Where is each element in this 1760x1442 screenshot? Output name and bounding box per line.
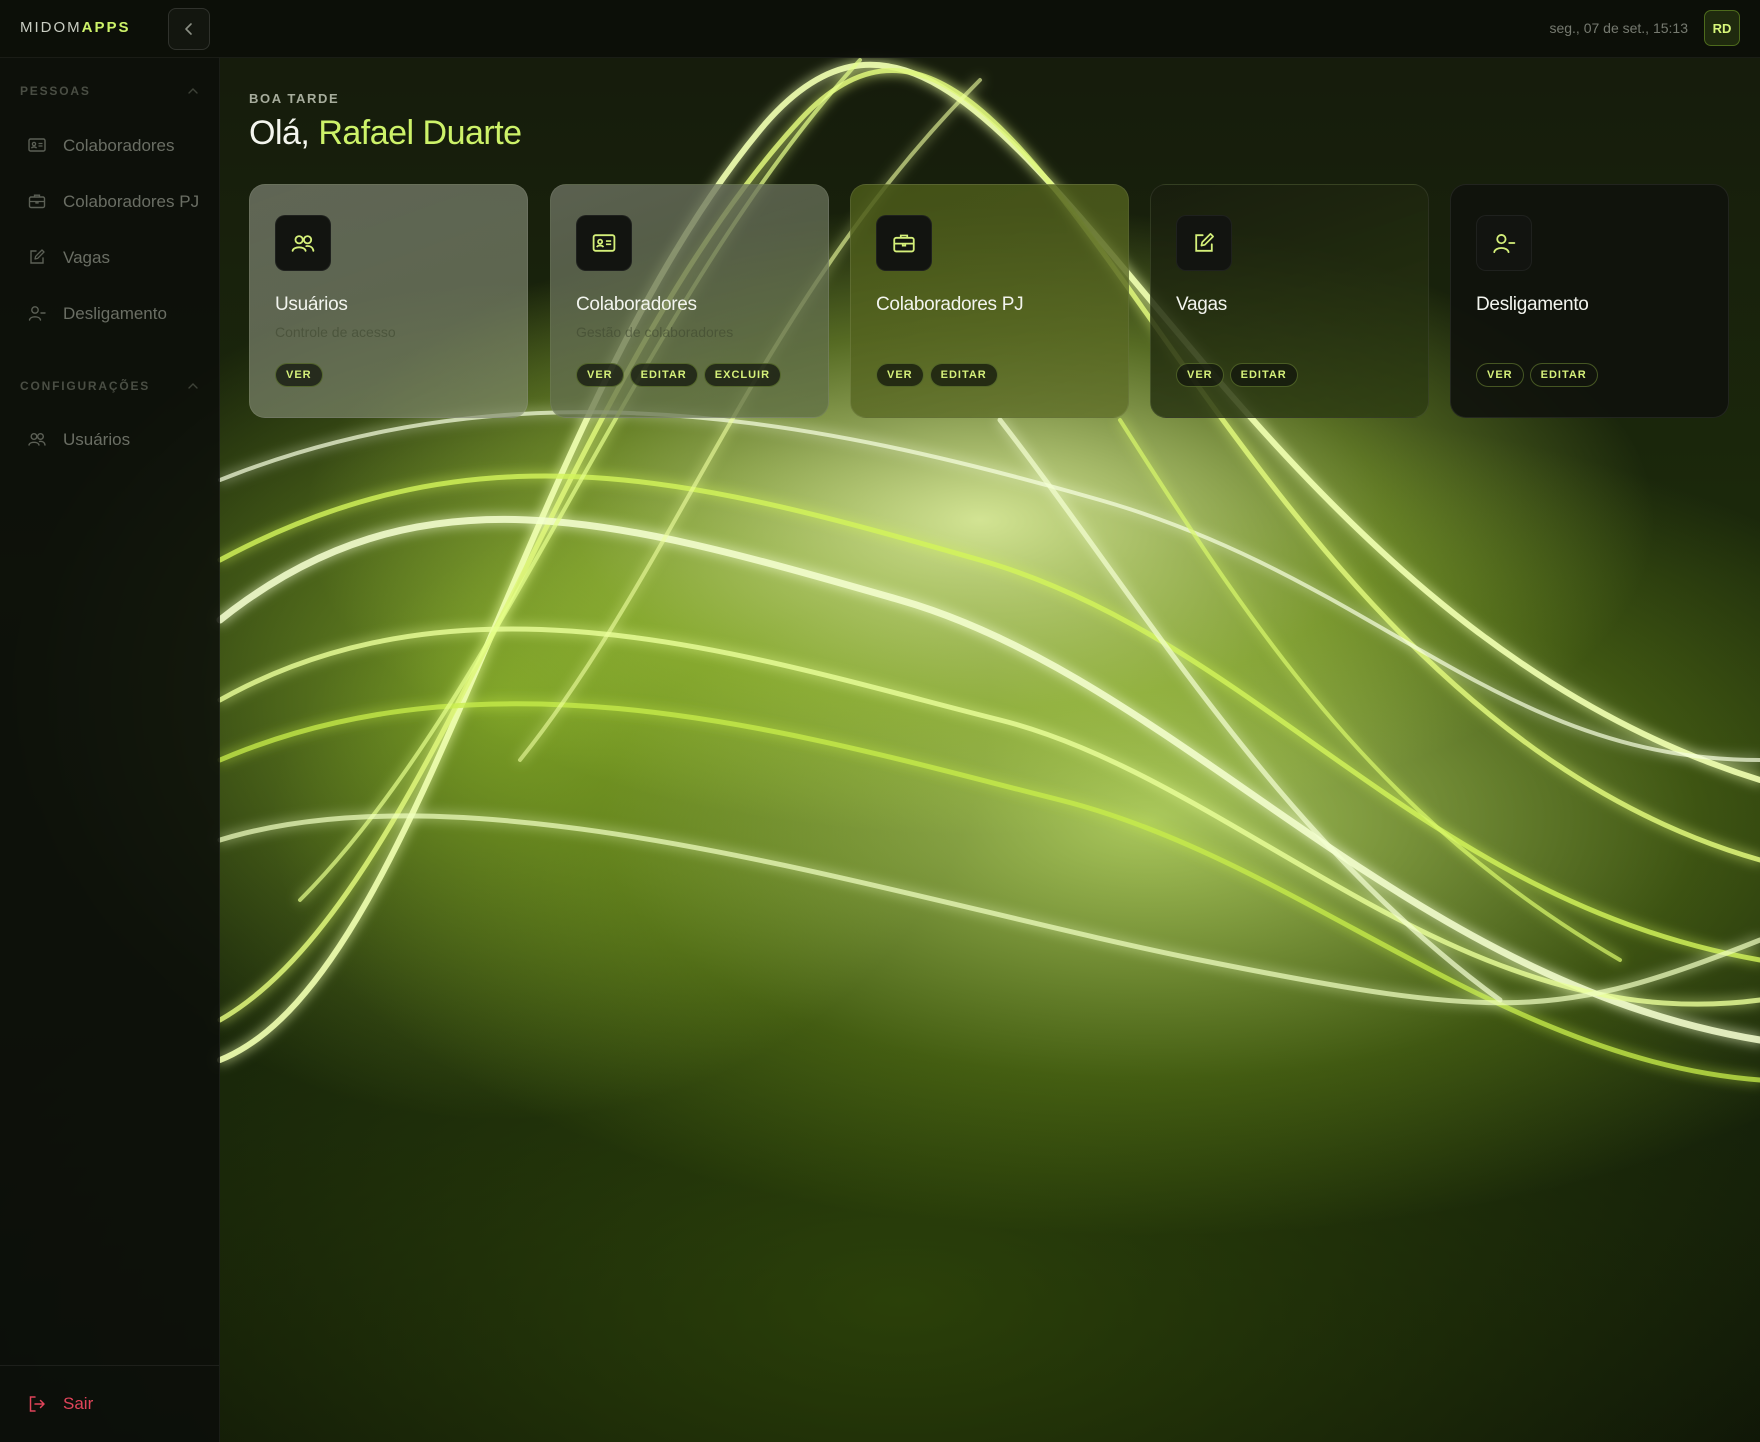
greeting-title: Olá, Rafael Duarte [249, 114, 522, 153]
greeting-subtitle: BOA TARDE [249, 91, 340, 106]
brand-logo[interactable]: MIDOMAPPS [20, 19, 131, 36]
card-title: Colaboradores PJ [876, 294, 1024, 315]
section-title: PESSOAS [20, 84, 91, 98]
view-button[interactable]: VER [1476, 363, 1524, 387]
card-icon-box [876, 215, 932, 271]
user-avatar[interactable]: RD [1704, 10, 1740, 46]
chevron-left-icon [185, 23, 192, 35]
user-name: Rafael Duarte [318, 114, 522, 152]
logout-label: Sair [63, 1394, 94, 1413]
card-colaboradores[interactable]: Colaboradores Gestão de colaboradores VE… [550, 184, 829, 418]
greeting-prefix: Olá, [249, 114, 310, 152]
edit-button[interactable]: EDITAR [1229, 363, 1298, 387]
id-card-icon [28, 138, 46, 152]
users-icon [291, 235, 315, 252]
sidebar-item-label: Vagas [63, 248, 110, 267]
sidebar: PESSOAS Colaboradores Colaboradores PJ V… [0, 57, 220, 1442]
current-datetime: seg., 07 de set., 15:13 [1549, 20, 1688, 36]
brand-part-2: APPS [81, 19, 131, 36]
user-minus-icon [1493, 234, 1516, 254]
users-icon [28, 432, 46, 446]
sidebar-item-usuarios[interactable]: Usuários [0, 417, 219, 461]
sidebar-item-label: Colaboradores PJ [63, 192, 200, 211]
sidebar-item-label: Usuários [63, 430, 131, 449]
section-header-configuracoes[interactable]: CONFIGURAÇÕES [20, 379, 200, 399]
sidebar-item-desligamento[interactable]: Desligamento [0, 291, 219, 335]
chevron-up-icon [188, 88, 198, 94]
sidebar-item-vagas[interactable]: Vagas [0, 235, 219, 279]
sidebar-collapse-button[interactable] [168, 8, 210, 50]
section-header-pessoas[interactable]: PESSOAS [20, 84, 200, 104]
card-icon-box [275, 215, 331, 271]
edit-button[interactable]: EDITAR [629, 363, 698, 387]
id-card-icon [592, 234, 616, 252]
card-title: Vagas [1176, 294, 1227, 315]
briefcase-icon [893, 234, 915, 253]
card-colaboradores-pj[interactable]: Colaboradores PJ VER EDITAR [850, 184, 1129, 418]
card-description: Controle de acesso [275, 324, 396, 340]
top-bar: MIDOMAPPS seg., 07 de set., 15:13 RD [0, 0, 1760, 58]
briefcase-icon [28, 194, 46, 209]
card-desligamento[interactable]: Desligamento VER EDITAR [1450, 184, 1729, 418]
card-description: Gestão de colaboradores [576, 324, 734, 340]
card-vagas[interactable]: Vagas VER EDITAR [1150, 184, 1429, 418]
view-button[interactable]: VER [275, 363, 323, 387]
brand-part-1: MIDOM [20, 19, 82, 36]
card-title: Usuários [275, 294, 348, 315]
sidebar-item-label: Colaboradores [63, 136, 175, 155]
card-title: Desligamento [1476, 294, 1589, 315]
card-icon-box [576, 215, 632, 271]
edit-icon [30, 249, 45, 264]
card-icon-box [1176, 215, 1232, 271]
edit-button[interactable]: EDITAR [1529, 363, 1598, 387]
card-icon-box [1476, 215, 1532, 271]
sidebar-item-label: Desligamento [63, 304, 167, 323]
section-title: CONFIGURAÇÕES [20, 379, 151, 393]
view-button[interactable]: VER [1176, 363, 1224, 387]
view-button[interactable]: VER [876, 363, 924, 387]
sidebar-item-colaboradores[interactable]: Colaboradores [0, 123, 219, 167]
logout-icon [29, 1396, 45, 1412]
card-actions: VER EDITAR [1476, 363, 1598, 387]
user-minus-icon [28, 306, 46, 321]
card-usuarios[interactable]: Usuários Controle de acesso VER [249, 184, 528, 418]
card-actions: VER EDITAR [1176, 363, 1298, 387]
chevron-up-icon [188, 383, 198, 389]
card-title: Colaboradores [576, 294, 697, 315]
card-actions: VER EDITAR [876, 363, 998, 387]
delete-button[interactable]: EXCLUIR [703, 363, 782, 387]
edit-button[interactable]: EDITAR [929, 363, 998, 387]
card-actions: VER EDITAR EXCLUIR [576, 363, 782, 387]
card-actions: VER [275, 363, 323, 387]
edit-icon [1195, 233, 1214, 252]
view-button[interactable]: VER [576, 363, 624, 387]
sidebar-footer: Sair [0, 1365, 219, 1442]
sidebar-item-colaboradores-pj[interactable]: Colaboradores PJ [0, 179, 219, 223]
